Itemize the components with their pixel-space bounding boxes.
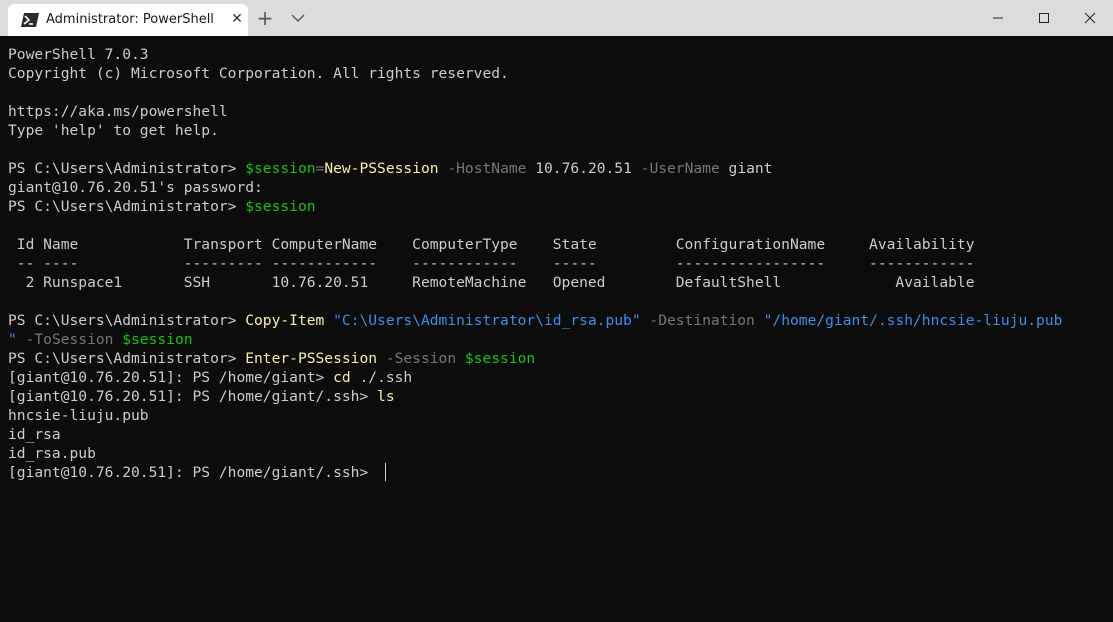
prompt: PS C:\Users\Administrator>	[8, 198, 246, 215]
variable: $session	[245, 198, 316, 215]
command-line-cd: [giant@10.76.20.51]: PS /home/giant> cd …	[8, 368, 412, 387]
prompt: [giant@10.76.20.51]: PS /home/giant>	[8, 369, 334, 386]
banner-help: Type 'help' to get help.	[8, 122, 219, 139]
string-argument: "/home/giant/.ssh/hncsie-liuju.pub	[754, 312, 1063, 329]
password-prompt: giant@10.76.20.51's password:	[8, 179, 263, 196]
cmdlet: Enter-PSSession	[245, 350, 378, 367]
variable: $session	[456, 350, 536, 367]
minimize-button[interactable]	[975, 0, 1021, 36]
ls-output-item: id_rsa	[8, 426, 61, 443]
command-line-enter-pssession: PS C:\Users\Administrator> Enter-PSSessi…	[8, 349, 535, 368]
parameter: -Destination	[640, 312, 755, 329]
prompt: PS C:\Users\Administrator>	[8, 350, 246, 367]
command: ls	[377, 388, 395, 405]
tab-powershell[interactable]: Administrator: PowerShell ✕	[8, 4, 248, 36]
string-argument: "C:\Users\Administrator\id_rsa.pub"	[324, 312, 641, 329]
command-line-ls: [giant@10.76.20.51]: PS /home/giant/.ssh…	[8, 387, 395, 406]
argument: 10.76.20.51	[526, 160, 632, 177]
command-line-new-pssession: PS C:\Users\Administrator> $session=New-…	[8, 159, 772, 178]
ls-output-item: hncsie-liuju.pub	[8, 407, 149, 424]
prompt: [giant@10.76.20.51]: PS /home/giant/.ssh…	[8, 388, 378, 405]
close-icon	[1084, 12, 1096, 24]
table-header: Id Name Transport ComputerName ComputerT…	[8, 236, 975, 253]
banner-version: PowerShell 7.0.3	[8, 46, 149, 63]
text-cursor	[385, 463, 386, 481]
chevron-down-icon[interactable]	[288, 8, 308, 28]
string-argument: "	[8, 331, 17, 348]
new-tab-button[interactable]: +	[254, 6, 276, 30]
banner-url: https://aka.ms/powershell	[8, 103, 228, 120]
prompt: PS C:\Users\Administrator>	[8, 160, 246, 177]
terminal-output[interactable]: PowerShell 7.0.3 Copyright (c) Microsoft…	[0, 36, 1113, 622]
minimize-icon	[993, 17, 1003, 19]
operator: =	[315, 160, 325, 177]
powershell-icon	[21, 13, 39, 27]
parameter: -UserName	[631, 160, 720, 177]
command-line-copy-item: PS C:\Users\Administrator> Copy-Item "C:…	[8, 311, 1062, 330]
command-line-session: PS C:\Users\Administrator> $session	[8, 197, 316, 216]
parameter: -ToSession	[16, 331, 114, 348]
variable: $session	[113, 331, 193, 348]
active-prompt: [giant@10.76.20.51]: PS /home/giant/.ssh…	[8, 464, 378, 481]
close-button[interactable]	[1067, 0, 1113, 36]
ls-output-item: id_rsa.pub	[8, 445, 96, 462]
prompt: PS C:\Users\Administrator>	[8, 312, 246, 329]
argument: giant	[719, 160, 773, 177]
cmdlet: New-PSSession	[324, 160, 439, 177]
maximize-icon	[1039, 13, 1049, 23]
tab-title: Administrator: PowerShell	[46, 12, 214, 27]
cmdlet: Copy-Item	[245, 312, 325, 329]
table-separator: -- ---- --------- ------------ ---------…	[8, 255, 975, 272]
variable: $session	[245, 160, 316, 177]
banner-copyright: Copyright (c) Microsoft Corporation. All…	[8, 65, 509, 82]
table-row: 2 Runspace1 SSH 10.76.20.51 RemoteMachin…	[8, 274, 975, 291]
argument: ./.ssh	[350, 369, 413, 386]
maximize-button[interactable]	[1021, 0, 1067, 36]
tab-close-icon[interactable]: ✕	[228, 10, 246, 28]
parameter: -Session	[377, 350, 457, 367]
title-bar: Administrator: PowerShell ✕ +	[0, 0, 1113, 36]
parameter: -HostName	[438, 160, 527, 177]
command: cd	[333, 369, 351, 386]
command-line-copy-item-cont: " -ToSession $session	[8, 330, 193, 349]
